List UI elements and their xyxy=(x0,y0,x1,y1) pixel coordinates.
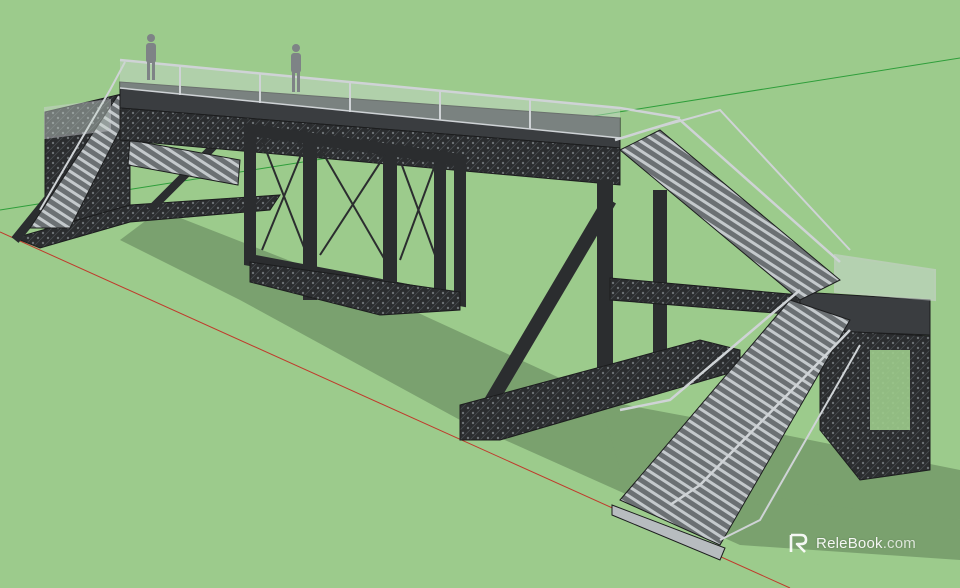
footbridge-render xyxy=(0,34,960,588)
watermark: ReleBook.com xyxy=(788,532,916,554)
relebook-logo-icon xyxy=(789,533,808,553)
right-upper-stair xyxy=(614,108,851,301)
watermark-text: ReleBook.com xyxy=(816,534,916,552)
viewport: ReleBook.com xyxy=(0,0,960,588)
